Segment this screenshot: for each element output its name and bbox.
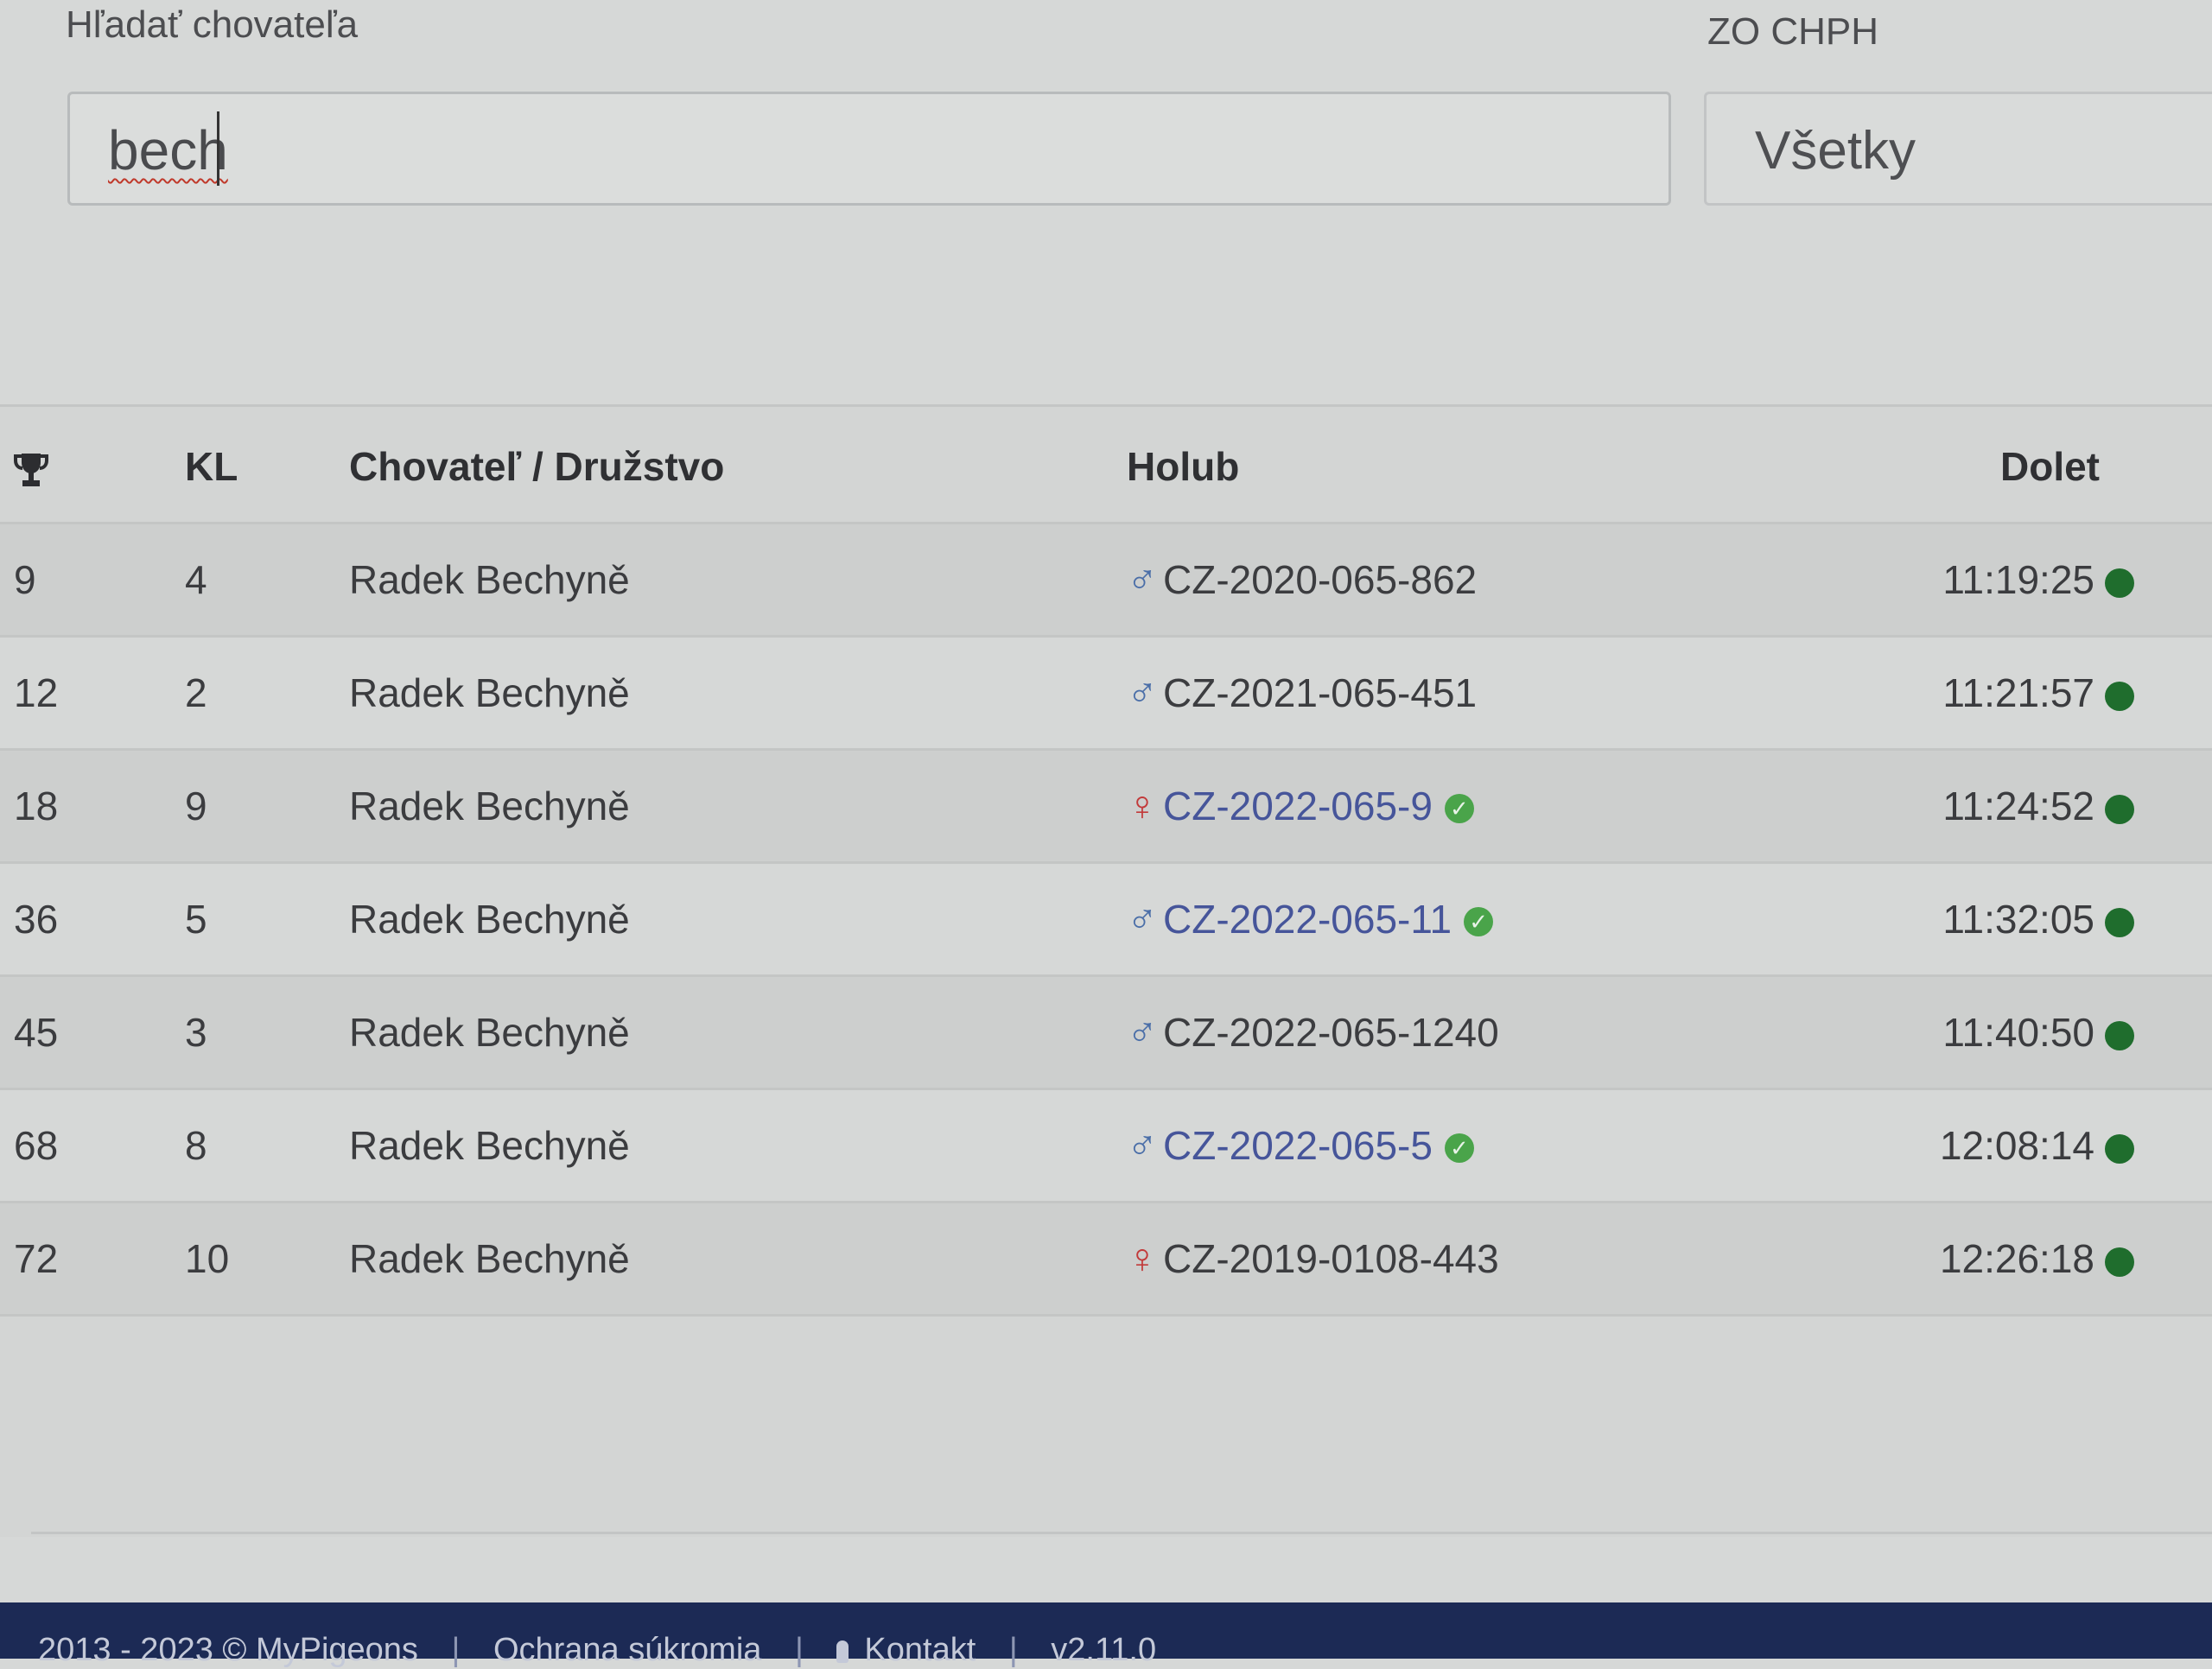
pigeon-ring-number[interactable]: CZ-2022-065-9 — [1163, 784, 1433, 828]
kl-cell: 5 — [178, 862, 349, 977]
status-dot-icon — [2105, 681, 2134, 711]
arrival-cell: 12:26:18 — [1930, 1202, 2212, 1317]
footer: 2013 - 2023 © MyPigeons | Ochrana súkrom… — [0, 1602, 2212, 1668]
column-header-breeder[interactable]: Chovateľ / Družstvo — [349, 411, 1127, 524]
pigeon-ring-number: CZ-2020-065-862 — [1163, 556, 1478, 602]
arrival-cell: 11:21:57 — [1930, 636, 2212, 751]
trophy-icon — [14, 453, 48, 486]
breeder-cell[interactable]: Radek Bechyně — [349, 1202, 1127, 1317]
results-table: KL Chovateľ / Družstvo Holub Dolet 9 4 Rad… — [0, 411, 2212, 1317]
search-input[interactable]: bech — [67, 92, 1671, 206]
zo-filter-select[interactable]: Všetky — [1704, 92, 2212, 206]
column-header-rank[interactable] — [0, 411, 178, 524]
breeder-cell[interactable]: Radek Bechyně — [349, 523, 1127, 638]
table-row[interactable]: 12 2 Radek Bechyně ♂ CZ-2021-065-451 11:21:57 — [0, 636, 2212, 751]
pigeon-ring-number: CZ-2021-065-451 — [1163, 670, 1478, 715]
pigeon-cell[interactable]: ♂ CZ-2022-065-11 ✓ — [1127, 862, 1930, 977]
arrival-cell: 11:40:50 — [1930, 975, 2212, 1090]
status-dot-icon — [2105, 794, 2134, 824]
kl-cell: 8 — [178, 1088, 349, 1203]
contact-link[interactable]: Kontakt — [864, 1632, 976, 1668]
footer-version: v2.11.0 — [1051, 1632, 1157, 1668]
rank-cell: 68 — [0, 1088, 178, 1203]
table-row[interactable]: 45 3 Radek Bechyně ♂ CZ-2022-065-1240 11:40:5… — [0, 975, 2212, 1090]
column-header-pigeon[interactable]: Holub — [1127, 411, 1930, 524]
kl-cell: 9 — [178, 749, 349, 864]
column-header-arrival[interactable]: Dolet — [1930, 411, 2212, 524]
pigeon-cell: ♂ CZ-2021-065-451 — [1127, 636, 1930, 751]
pigeon-ring-number: CZ-2019-0108-443 — [1163, 1235, 1499, 1281]
breeder-cell[interactable]: Radek Bechyně — [349, 749, 1127, 864]
footer-copyright: 2013 - 2023 © MyPigeons — [38, 1632, 418, 1668]
table-row[interactable]: 18 9 Radek Bechyně ♀ CZ-2022-065-9 ✓ 11:24:52 — [0, 749, 2212, 864]
pigeon-ring-number[interactable]: CZ-2022-065-5 — [1163, 1123, 1433, 1168]
verified-check-icon: ✓ — [1464, 907, 1494, 937]
male-symbol-icon: ♂ — [1127, 556, 1158, 603]
male-symbol-icon: ♂ — [1127, 896, 1158, 942]
kl-cell: 10 — [178, 1202, 349, 1317]
pigeon-cell[interactable]: ♀ CZ-2022-065-9 ✓ — [1127, 749, 1930, 864]
arrival-cell: 11:24:52 — [1930, 749, 2212, 864]
kl-cell: 4 — [178, 523, 349, 638]
breeder-cell[interactable]: Radek Bechyně — [349, 1088, 1127, 1203]
pigeon-cell: ♂ CZ-2020-065-862 — [1127, 523, 1930, 638]
pigeon-cell[interactable]: ♂ CZ-2022-065-5 ✓ — [1127, 1088, 1930, 1203]
status-dot-icon — [2105, 907, 2134, 937]
arrival-cell: 11:19:25 — [1930, 523, 2212, 638]
rank-cell: 45 — [0, 975, 178, 1090]
zo-filter-selected: Všetky — [1755, 121, 1916, 181]
column-header-kl[interactable]: KL — [178, 411, 349, 524]
search-label: Hľadať chovateľa — [66, 3, 359, 46]
breeder-cell[interactable]: Radek Bechyně — [349, 862, 1127, 977]
pigeon-ring-number[interactable]: CZ-2022-065-11 — [1163, 897, 1452, 942]
table-row[interactable]: 36 5 Radek Bechyně ♂ CZ-2022-065-11 ✓ 11:32:05 — [0, 862, 2212, 977]
privacy-link[interactable]: Ochrana súkromia — [493, 1632, 761, 1668]
table-row[interactable]: 72 10 Radek Bechyně ♀ CZ-2019-0108-443 12:26:… — [0, 1202, 2212, 1317]
rank-cell: 12 — [0, 636, 178, 751]
breeder-cell[interactable]: Radek Bechyně — [349, 975, 1127, 1090]
verified-check-icon: ✓ — [1444, 1133, 1474, 1164]
rank-cell: 72 — [0, 1202, 178, 1317]
text-caret — [217, 111, 219, 186]
table-row[interactable]: 68 8 Radek Bechyně ♂ CZ-2022-065-5 ✓ 12:08:14 — [0, 1088, 2212, 1203]
status-dot-icon — [2105, 1247, 2134, 1277]
breeder-cell[interactable]: Radek Bechyně — [349, 636, 1127, 751]
status-dot-icon — [2105, 1133, 2134, 1164]
kl-cell: 2 — [178, 636, 349, 751]
male-symbol-icon: ♂ — [1127, 1009, 1158, 1056]
rank-cell: 36 — [0, 862, 178, 977]
arrival-time: 11:40:50 — [1942, 1010, 2094, 1055]
arrival-time: 11:32:05 — [1942, 897, 2094, 942]
table-header-row: KL Chovateľ / Družstvo Holub Dolet — [0, 411, 2212, 524]
verified-check-icon: ✓ — [1444, 794, 1474, 824]
pigeon-cell: ♂ CZ-2022-065-1240 — [1127, 975, 1930, 1090]
kl-cell: 3 — [178, 975, 349, 1090]
table-row[interactable]: 9 4 Radek Bechyně ♂ CZ-2020-065-862 11:19:25 — [0, 523, 2212, 638]
rank-cell: 18 — [0, 749, 178, 864]
arrival-time: 11:19:25 — [1942, 557, 2094, 602]
male-symbol-icon: ♂ — [1127, 1122, 1158, 1169]
panel-bottom-border — [31, 1532, 2212, 1534]
pigeon-cell: ♀ CZ-2019-0108-443 — [1127, 1202, 1930, 1317]
pigeon-ring-number: CZ-2022-065-1240 — [1163, 1009, 1499, 1055]
rank-cell: 9 — [0, 523, 178, 638]
contact-icon — [836, 1640, 849, 1663]
status-dot-icon — [2105, 1020, 2134, 1050]
female-symbol-icon: ♀ — [1127, 783, 1158, 829]
arrival-cell: 12:08:14 — [1930, 1088, 2212, 1203]
arrival-time: 12:08:14 — [1939, 1123, 2094, 1168]
search-input-value: bech — [108, 119, 228, 181]
arrival-time: 12:26:18 — [1939, 1236, 2094, 1281]
arrival-time: 11:21:57 — [1942, 670, 2094, 715]
arrival-cell: 11:32:05 — [1930, 862, 2212, 977]
status-dot-icon — [2105, 568, 2134, 598]
male-symbol-icon: ♂ — [1127, 670, 1158, 716]
arrival-time: 11:24:52 — [1942, 784, 2094, 828]
filter-label: ZO CHPH — [1707, 10, 1878, 53]
female-symbol-icon: ♀ — [1127, 1235, 1158, 1282]
